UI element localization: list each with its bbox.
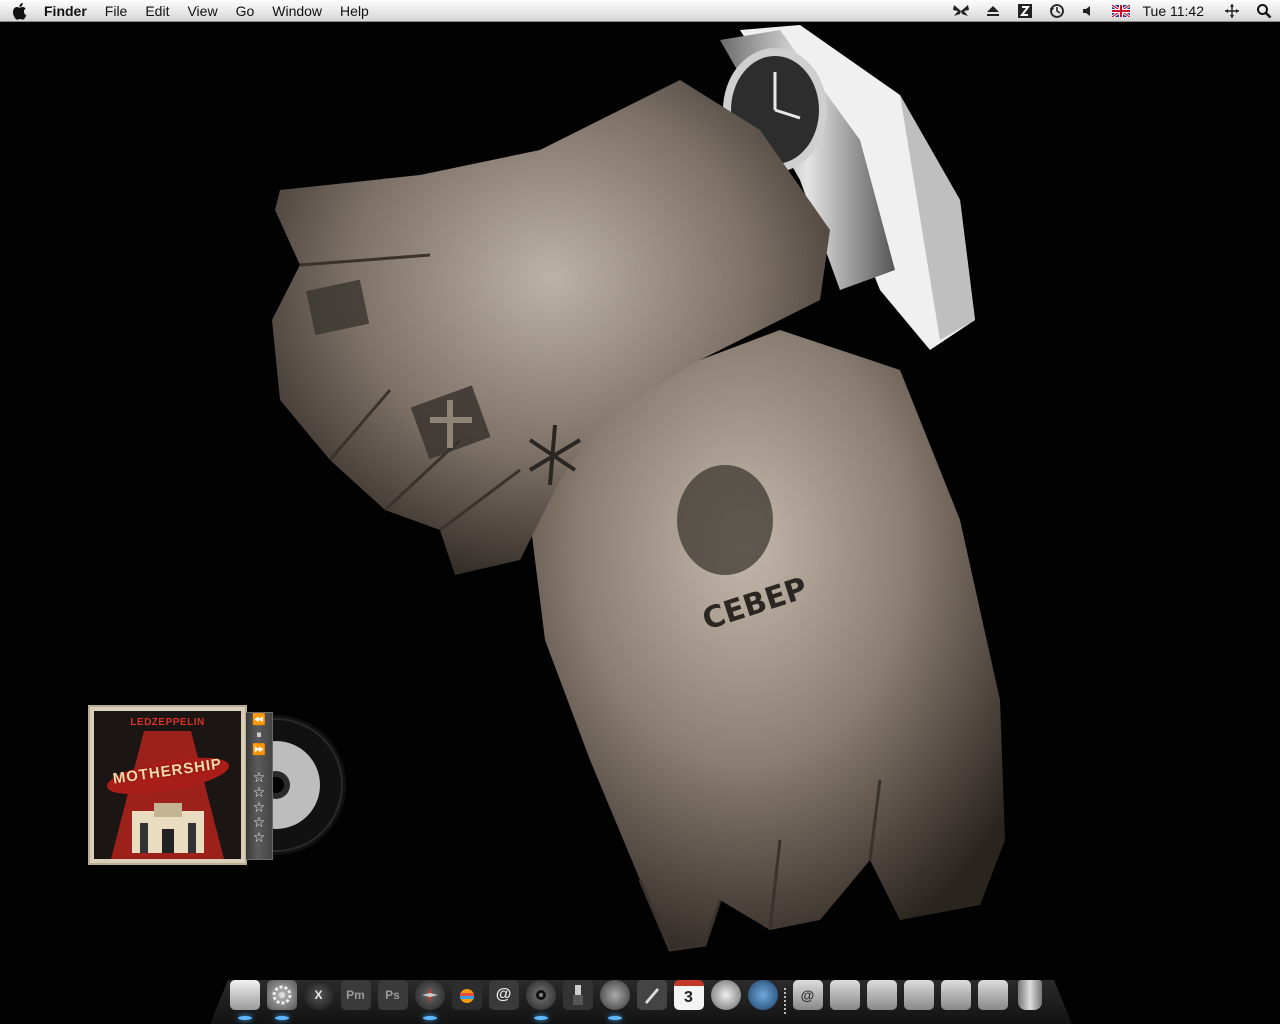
spaces-icon[interactable] bbox=[1216, 0, 1248, 22]
previous-track-button[interactable]: ⏪ bbox=[252, 713, 266, 728]
rating-stars: ☆ ☆ ☆ ☆ ☆ bbox=[253, 770, 266, 845]
playback-controls: ⏪ ⏸ ⏩ ☆ ☆ ☆ ☆ ☆ bbox=[246, 712, 273, 860]
pen-tool-icon bbox=[636, 980, 667, 1010]
itunes-widget: LEDZEPPELIN MOTHERSHIP ⏪ ⏸ ⏩ ☆ ☆ ☆ ☆ ☆ bbox=[88, 705, 368, 865]
google-earth-icon bbox=[710, 980, 741, 1010]
dock-item-speaker[interactable] bbox=[596, 980, 633, 1022]
dock-item-itunes[interactable] bbox=[522, 980, 559, 1022]
dock-item-system-preferences[interactable] bbox=[263, 980, 300, 1022]
rating-star-3[interactable]: ☆ bbox=[253, 800, 266, 815]
dock-item-photoshop[interactable]: Ps bbox=[374, 980, 411, 1022]
apple-logo-icon[interactable] bbox=[0, 0, 40, 22]
rating-star-2[interactable]: ☆ bbox=[253, 785, 266, 800]
menu-file[interactable]: File bbox=[96, 0, 137, 22]
trash-icon bbox=[1017, 980, 1042, 1010]
running-indicator bbox=[275, 1016, 289, 1020]
dock: X Pm Ps @ 3 @ bbox=[226, 974, 1048, 1022]
menu-go[interactable]: Go bbox=[227, 0, 264, 22]
dock-folder-mail[interactable]: @ bbox=[789, 980, 826, 1022]
sidebar-icon[interactable] bbox=[1009, 0, 1041, 22]
running-indicator bbox=[423, 1016, 437, 1020]
time-machine-icon[interactable] bbox=[1041, 0, 1073, 22]
dock-item-utility[interactable] bbox=[559, 980, 596, 1022]
x-app-icon: X bbox=[303, 980, 334, 1010]
dock-item-globe[interactable] bbox=[744, 980, 781, 1022]
finder-icon bbox=[229, 980, 260, 1010]
mail-folder-icon: @ bbox=[792, 980, 823, 1010]
menu-edit[interactable]: Edit bbox=[136, 0, 178, 22]
utility-icon bbox=[562, 980, 593, 1010]
documents-folder-icon bbox=[829, 980, 860, 1010]
menu-window[interactable]: Window bbox=[263, 0, 331, 22]
dock-folder-utilities[interactable] bbox=[900, 980, 937, 1022]
dock-item-x-app[interactable]: X bbox=[300, 980, 337, 1022]
dock-folder-applications[interactable] bbox=[863, 980, 900, 1022]
uk-flag-icon[interactable] bbox=[1105, 0, 1137, 22]
cd-disc bbox=[206, 713, 360, 857]
pause-button[interactable]: ⏸ bbox=[256, 728, 262, 743]
volume-icon[interactable] bbox=[1073, 0, 1105, 22]
dock-item-safari[interactable] bbox=[411, 980, 448, 1022]
album-band: LEDZEPPELIN bbox=[130, 717, 205, 728]
dock-item-mail[interactable]: @ bbox=[485, 980, 522, 1022]
menu-clock[interactable]: Tue 11:42 bbox=[1137, 0, 1217, 22]
album-art: LEDZEPPELIN MOTHERSHIP bbox=[94, 711, 241, 859]
system-preferences-icon bbox=[266, 980, 297, 1010]
photoshop-icon: Ps bbox=[377, 980, 408, 1010]
pm-app-icon: Pm bbox=[340, 980, 371, 1010]
dock-item-pen-tool[interactable] bbox=[633, 980, 670, 1022]
next-track-button[interactable]: ⏩ bbox=[252, 743, 266, 758]
menu-app-finder[interactable]: Finder bbox=[40, 0, 96, 22]
wallpaper-hands-image: СЕВЕР bbox=[272, 25, 1005, 952]
dock-folder-documents[interactable] bbox=[826, 980, 863, 1022]
butterfly-icon[interactable] bbox=[945, 0, 977, 22]
dock-folder-library[interactable] bbox=[937, 980, 974, 1022]
running-indicator bbox=[608, 1016, 622, 1020]
eject-icon[interactable] bbox=[977, 0, 1009, 22]
menu-bar: Finder File Edit View Go Window Help Tue… bbox=[0, 0, 1280, 22]
speaker-icon bbox=[599, 980, 630, 1010]
dock-item-iphoto[interactable] bbox=[448, 980, 485, 1022]
running-indicator bbox=[534, 1016, 548, 1020]
dock-item-finder[interactable] bbox=[226, 980, 263, 1022]
utilities-folder-icon bbox=[903, 980, 934, 1010]
mail-icon: @ bbox=[488, 980, 519, 1010]
dock-item-pm[interactable]: Pm bbox=[337, 980, 374, 1022]
dock-item-google-earth[interactable] bbox=[707, 980, 744, 1022]
running-indicator bbox=[238, 1016, 252, 1020]
applications-folder-icon bbox=[866, 980, 897, 1010]
menu-view[interactable]: View bbox=[178, 0, 226, 22]
rating-star-4[interactable]: ☆ bbox=[253, 815, 266, 830]
rating-star-5[interactable]: ☆ bbox=[253, 830, 266, 845]
desktop-wallpaper: СЕВЕР bbox=[0, 22, 1280, 1024]
downloads-folder-icon bbox=[977, 980, 1008, 1010]
album-cover[interactable]: LEDZEPPELIN MOTHERSHIP bbox=[88, 705, 247, 865]
rating-star-1[interactable]: ☆ bbox=[253, 770, 266, 785]
safari-icon bbox=[414, 980, 445, 1010]
spotlight-icon[interactable] bbox=[1248, 0, 1280, 22]
iphoto-icon bbox=[451, 980, 482, 1010]
menu-help[interactable]: Help bbox=[331, 0, 378, 22]
globe-icon bbox=[747, 980, 778, 1010]
dock-item-ical[interactable]: 3 bbox=[670, 980, 707, 1022]
dock-folder-downloads[interactable] bbox=[974, 980, 1011, 1022]
itunes-icon bbox=[525, 980, 556, 1010]
library-folder-icon bbox=[940, 980, 971, 1010]
dock-trash[interactable] bbox=[1011, 980, 1048, 1022]
ical-icon: 3 bbox=[673, 980, 704, 1010]
dock-separator bbox=[781, 980, 789, 1022]
